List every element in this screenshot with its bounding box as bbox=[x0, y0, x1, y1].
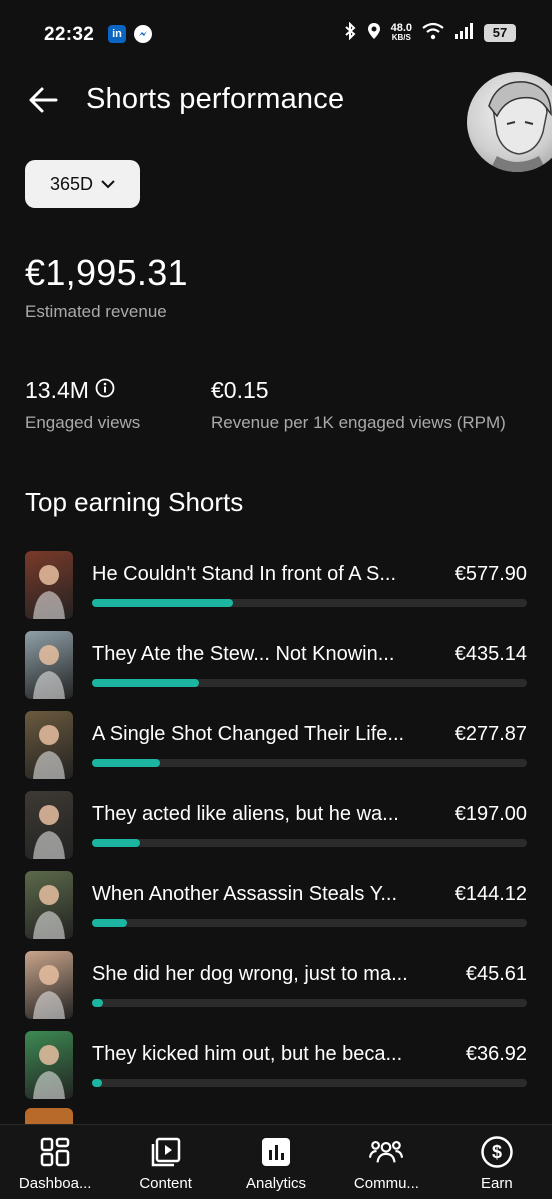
short-thumbnail bbox=[25, 951, 73, 1019]
short-title: When Another Assassin Steals Y... bbox=[92, 883, 397, 905]
nav-label: Commu... bbox=[353, 1175, 419, 1192]
short-title: A Single Shot Changed Their Life... bbox=[92, 723, 405, 745]
short-thumbnail bbox=[25, 711, 73, 779]
chevron-down-icon bbox=[101, 180, 115, 189]
top-earning-shorts-title: Top earning Shorts bbox=[25, 487, 244, 517]
short-revenue: €144.12 bbox=[454, 883, 527, 905]
info-icon[interactable] bbox=[95, 377, 115, 404]
revenue-share-fill bbox=[92, 759, 160, 767]
wifi-icon bbox=[422, 22, 444, 43]
short-thumbnail bbox=[25, 791, 73, 859]
short-title: They Ate the Stew... Not Knowin... bbox=[92, 643, 395, 665]
nav-label: Content bbox=[139, 1175, 192, 1192]
short-row[interactable]: They Ate the Stew... Not Knowin... €435.1… bbox=[0, 631, 552, 711]
community-icon bbox=[369, 1135, 404, 1169]
avatar[interactable] bbox=[467, 72, 552, 172]
short-revenue: €36.92 bbox=[465, 1043, 527, 1065]
nav-label: Analytics bbox=[246, 1175, 307, 1192]
network-speed: 48.0 KB/S bbox=[390, 21, 412, 42]
revenue-share-fill bbox=[92, 599, 233, 607]
short-thumbnail bbox=[25, 871, 73, 939]
short-title: He Couldn't Stand In front of A S... bbox=[92, 563, 397, 585]
revenue-share-bar bbox=[92, 679, 527, 687]
engaged-views-label: Engaged views bbox=[25, 413, 141, 432]
estimated-revenue-label: Estimated revenue bbox=[25, 302, 167, 321]
short-row[interactable]: He Couldn't Stand In front of A S... €577… bbox=[0, 551, 552, 631]
short-row[interactable]: They acted like aliens, but he wa... €197… bbox=[0, 791, 552, 871]
revenue-share-bar bbox=[92, 599, 527, 607]
short-revenue: €577.90 bbox=[454, 563, 527, 585]
revenue-share-bar bbox=[92, 1079, 527, 1087]
dashboard-icon bbox=[38, 1135, 72, 1169]
nav-content[interactable]: Content bbox=[110, 1125, 220, 1199]
short-title: They kicked him out, but he beca... bbox=[92, 1043, 403, 1065]
avatar-image bbox=[488, 81, 552, 172]
short-thumbnail bbox=[25, 551, 73, 619]
short-revenue: €45.61 bbox=[465, 963, 527, 985]
nav-earn[interactable]: $ Earn bbox=[442, 1125, 552, 1199]
back-arrow-icon bbox=[29, 87, 58, 113]
revenue-share-bar bbox=[92, 839, 527, 847]
revenue-share-fill bbox=[92, 1079, 102, 1087]
short-title: They acted like aliens, but he wa... bbox=[92, 803, 399, 825]
linkedin-icon: in bbox=[108, 25, 126, 43]
status-time: 22:32 bbox=[44, 24, 95, 45]
signal-icon bbox=[454, 23, 474, 42]
range-label: 365D bbox=[49, 173, 94, 194]
nav-dashboard[interactable]: Dashboa... bbox=[0, 1125, 110, 1199]
location-icon bbox=[367, 22, 381, 43]
revenue-share-fill bbox=[92, 999, 103, 1007]
svg-text:$: $ bbox=[492, 1142, 502, 1162]
page-title: Shorts performance bbox=[86, 83, 345, 115]
revenue-share-fill bbox=[92, 679, 199, 687]
revenue-share-bar bbox=[92, 919, 527, 927]
content-icon bbox=[149, 1135, 183, 1169]
range-dropdown[interactable]: 365D bbox=[25, 160, 140, 208]
short-title: She did her dog wrong, just to ma... bbox=[92, 963, 408, 985]
nav-analytics[interactable]: Analytics bbox=[221, 1125, 331, 1199]
engaged-views-value: 13.4M bbox=[25, 377, 89, 403]
revenue-share-fill bbox=[92, 839, 140, 847]
analytics-icon bbox=[259, 1135, 293, 1169]
short-revenue: €277.87 bbox=[454, 723, 527, 745]
revenue-share-fill bbox=[92, 919, 127, 927]
short-thumbnail bbox=[25, 1031, 73, 1099]
back-button[interactable] bbox=[26, 82, 62, 118]
short-thumbnail bbox=[25, 631, 73, 699]
revenue-share-bar bbox=[92, 999, 527, 1007]
rpm-label: Revenue per 1K engaged views (RPM) bbox=[211, 413, 506, 432]
bottom-navigation: Dashboa... Content Analytics Commu... $ … bbox=[0, 1124, 552, 1199]
short-thumbnail bbox=[25, 1108, 73, 1124]
estimated-revenue-value: €1,995.31 bbox=[25, 252, 188, 293]
battery-indicator: 57 bbox=[484, 23, 516, 42]
short-row[interactable]: A Single Shot Changed Their Life... €277.… bbox=[0, 711, 552, 791]
engaged-views-metric: 13.4M bbox=[25, 377, 115, 404]
nav-community[interactable]: Commu... bbox=[331, 1125, 441, 1199]
status-bar: 22:32 in 48.0 KB/S 57 bbox=[0, 0, 552, 70]
short-row[interactable]: She did her dog wrong, just to ma... €45.… bbox=[0, 951, 552, 1031]
earn-icon: $ bbox=[480, 1135, 514, 1169]
short-revenue: €435.14 bbox=[454, 643, 527, 665]
nav-label: Dashboa... bbox=[18, 1175, 92, 1192]
bluetooth-icon bbox=[343, 21, 357, 43]
revenue-share-bar bbox=[92, 759, 527, 767]
short-row[interactable]: When Another Assassin Steals Y... €144.12 bbox=[0, 871, 552, 951]
nav-label: Earn bbox=[480, 1175, 513, 1192]
messenger-icon bbox=[134, 25, 152, 43]
short-row[interactable]: They kicked him out, but he beca... €36.9… bbox=[0, 1031, 552, 1111]
short-revenue: €197.00 bbox=[454, 803, 527, 825]
rpm-value: €0.15 bbox=[211, 377, 269, 403]
